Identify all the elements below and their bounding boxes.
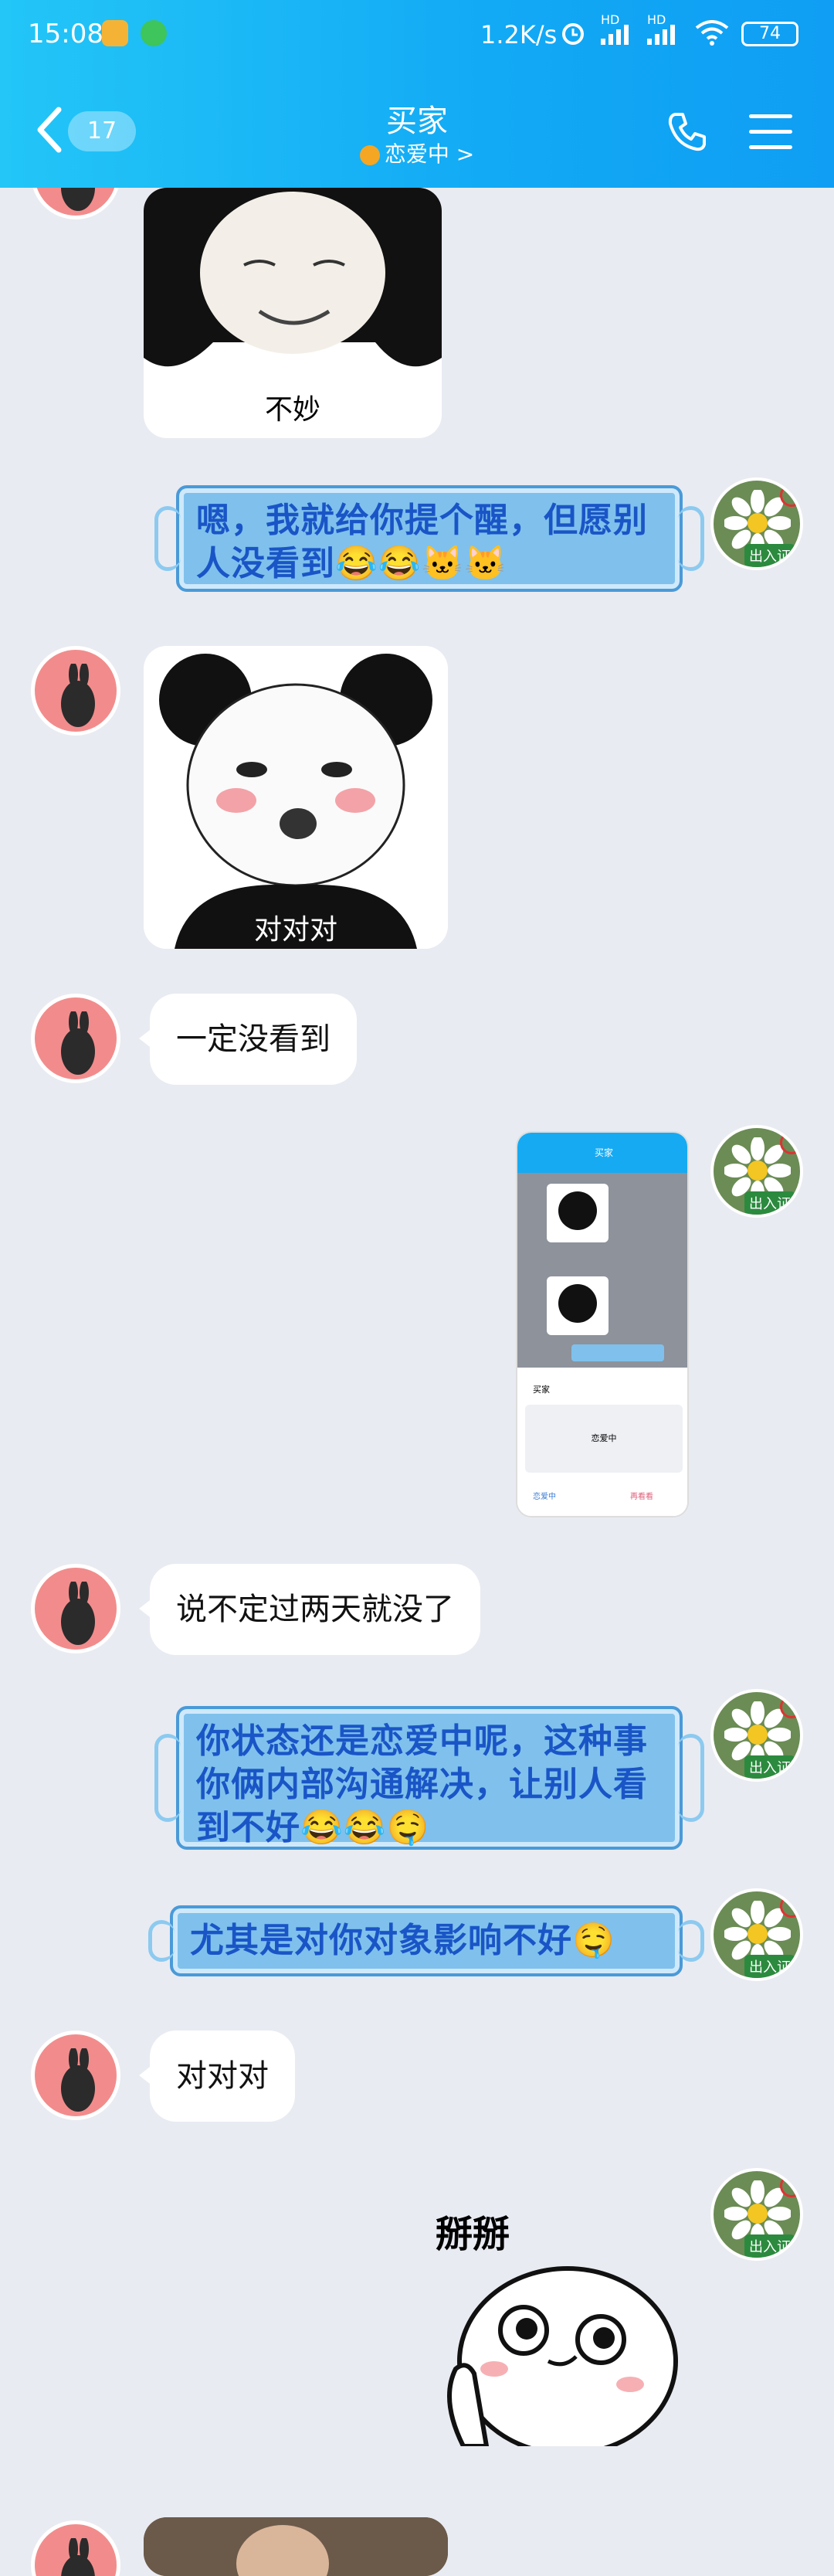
relationship-status-label: 恋爱中 > [384,141,475,167]
text-message-bubble[interactable]: 对对对 [139,2031,295,2122]
meme-image[interactable]: 对对对 [144,646,448,949]
stamp-icon [780,2174,800,2197]
stamp-icon [780,484,800,507]
waving-blob-sticker [447,2266,678,2446]
mask-message-bubble[interactable]: 尤其是对你对象影响不好🤤 [148,1905,704,1976]
wechat-notification-icon [141,20,167,46]
relationship-status[interactable]: 恋爱中 > [0,138,834,168]
avatar[interactable]: 出入证 [710,1689,803,1782]
mask-message-bubble[interactable]: 嗯，我就给你提个醒，但愿别人没看到😂😂🐱🐱 [154,485,704,592]
mini-title: 买家 [594,1147,613,1158]
mini-sheet-name: 买家 [533,1385,550,1395]
pass-badge: 出入证 [744,1191,795,1215]
screenshot-image[interactable]: 买家 买家 恋爱中 恋爱中 再看看 [516,1131,689,1517]
panda-meme-face [144,188,442,389]
pass-badge: 出入证 [744,1955,795,1978]
mini-right-action: 再看看 [630,1493,653,1501]
signal-icon-2 [647,25,675,45]
mini-left-action: 恋爱中 [533,1493,556,1501]
mini-chat-area [517,1173,687,1368]
panda-meme-face [144,646,448,949]
message-text: 你状态还是恋爱中呢，这种事你俩内部沟通解决，让别人看到不好😂😂🤤 [196,1721,648,1847]
pass-badge: 出入证 [744,1755,795,1779]
sticker-image[interactable]: 掰掰 [432,2199,687,2454]
status-time: 15:08 [28,19,103,49]
pass-badge: 出入证 [744,2234,795,2258]
avatar[interactable]: 出入证 [710,2168,803,2261]
meme-image[interactable]: 不妙 [144,188,442,438]
avatar[interactable] [31,994,120,1083]
message-text: 嗯，我就给你提个醒，但愿别人没看到😂😂🐱🐱 [196,501,648,583]
stamp-icon [780,1695,800,1718]
meme-caption: 不妙 [264,394,320,426]
mini-status-card: 恋爱中 [525,1405,683,1473]
status-heart-icon [359,145,380,165]
chat-title[interactable]: 买家 [0,96,834,141]
text-message-bubble[interactable]: 一定没看到 [139,994,357,1085]
photo-preview [144,2517,448,2576]
mini-status-label: 恋爱中 [591,1433,617,1443]
avatar[interactable] [31,2031,120,2120]
phone-icon[interactable] [666,110,709,153]
avatar[interactable]: 出入证 [710,1888,803,1981]
text-message-bubble[interactable]: 说不定过两天就没了 [139,1564,480,1655]
mini-mask-bubble [571,1344,664,1361]
mini-meme-1 [547,1184,609,1242]
chat-header: 15:08 1.2K/s HD HD 74 17 买家 恋爱中 > [0,0,834,188]
stamp-icon [780,1131,800,1154]
mini-meme-2 [547,1276,609,1335]
menu-icon[interactable] [749,114,792,150]
mini-header: 买家 [517,1133,687,1173]
mini-sheet: 买家 恋爱中 恋爱中 再看看 [517,1368,687,1516]
network-speed: 1.2K/s [480,20,558,49]
meme-image[interactable] [144,2517,448,2576]
avatar[interactable]: 出入证 [710,1125,803,1218]
sticker-caption: 掰掰 [436,2213,510,2256]
mask-message-bubble[interactable]: 你状态还是恋爱中呢，这种事你俩内部沟通解决，让别人看到不好😂😂🤤 [154,1706,704,1850]
signal-icon-1 [601,25,629,45]
avatar[interactable] [31,646,120,736]
gallery-notification-icon [102,20,128,46]
meme-caption: 对对对 [253,914,337,946]
alarm-icon [562,23,584,45]
stamp-icon [780,1895,800,1918]
avatar[interactable] [31,2520,120,2576]
avatar[interactable]: 出入证 [710,477,803,570]
wifi-icon [695,20,729,46]
message-text: 尤其是对你对象影响不好🤤 [190,1921,615,1960]
battery-icon: 74 [741,22,798,46]
avatar[interactable] [31,1564,120,1653]
pass-badge: 出入证 [744,544,795,567]
